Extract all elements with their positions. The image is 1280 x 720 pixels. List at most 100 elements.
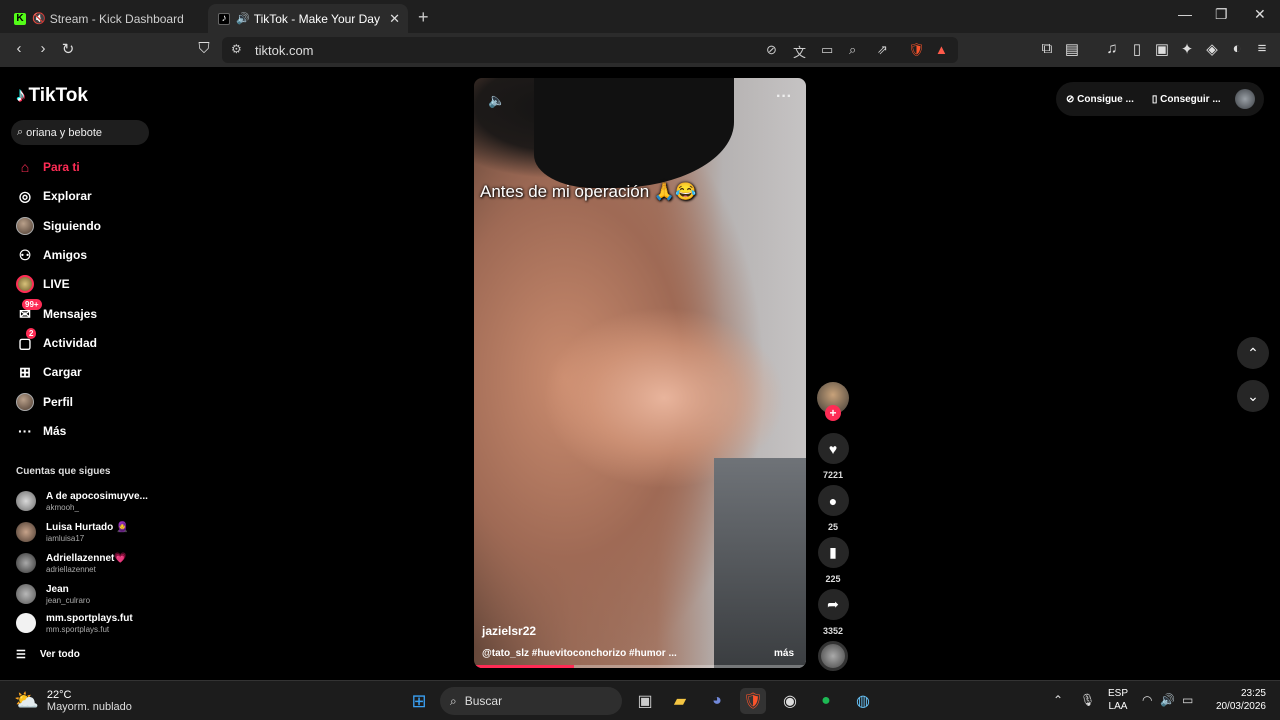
tab-tiktok[interactable]: ♪ 🔊 TikTok - Make Your Day ✕ <box>208 4 408 33</box>
bookmark-icon[interactable]: ▮ <box>817 537 849 568</box>
weather-widget[interactable]: ⛅ 22°C Mayorm. nublado <box>14 688 132 713</box>
leo-ai-icon[interactable]: ✦ <box>1177 40 1197 58</box>
input-language[interactable]: ESP LAA <box>1108 687 1128 713</box>
following-account[interactable]: A de apocosimuyve... akmooh_ <box>16 487 148 515</box>
minimize-icon[interactable]: — <box>1178 6 1192 22</box>
like-action[interactable]: ♥ 7221 <box>817 433 849 480</box>
top-right-bar: ⊘ Consigue ... ▯ Conseguir ... <box>1056 82 1264 116</box>
following-account[interactable]: Adriellazennet💗 adriellazennet <box>16 549 127 577</box>
sidebar-item-explorar[interactable]: ◎ Explorar <box>16 185 92 207</box>
kick-favicon-icon: K <box>14 12 26 25</box>
tiktok-logo[interactable]: ♪ TikTok <box>16 85 88 107</box>
spotify-icon[interactable]: ● <box>813 688 839 714</box>
system-clock[interactable]: 23:25 20/03/2026 <box>1212 687 1266 713</box>
speaker-tab-icon[interactable]: 🔊 <box>236 12 250 25</box>
sidebar-icon[interactable]: ▯ <box>1127 40 1147 58</box>
video-author[interactable]: jazielsr22 <box>482 624 536 638</box>
share-count: 3352 <box>822 626 844 636</box>
share-arrow-icon[interactable]: ➦ <box>817 589 849 620</box>
extensions-icon[interactable]: ⧉ <box>1037 40 1057 57</box>
steam-icon[interactable]: ◍ <box>850 688 876 714</box>
task-view-icon[interactable]: ▣ <box>632 688 658 714</box>
microphone-icon[interactable]: 🎙 <box>1080 693 1095 707</box>
sidebar-item-amigos[interactable]: ⚇ Amigos <box>16 244 87 266</box>
more-text-link[interactable]: más <box>774 648 794 659</box>
menu-icon[interactable]: ≡ <box>1252 40 1272 57</box>
brave-rewards-icon[interactable]: ▲ <box>935 42 948 57</box>
translate-icon[interactable]: 文 <box>793 42 806 61</box>
tab-title: Stream - Kick Dashboard <box>49 11 184 26</box>
sidebar-item-live[interactable]: LIVE <box>16 273 70 295</box>
video-progress-bar[interactable] <box>474 665 806 668</box>
volume-icon[interactable]: 🔈 <box>488 92 505 109</box>
comment-count: 25 <box>827 522 838 532</box>
sidebar-item-para-ti[interactable]: ⌂ Para ti <box>16 156 80 178</box>
windows-start-icon[interactable]: ⊞ <box>406 688 432 714</box>
profile-icon[interactable]: ◐ <box>1227 40 1247 57</box>
save-action[interactable]: ▮ 225 <box>817 537 849 584</box>
sound-disc-icon[interactable] <box>818 641 848 671</box>
following-account[interactable]: Luisa Hurtado 🧕 iamluisa17 <box>16 518 128 546</box>
sidebar-item-perfil[interactable]: Perfil <box>16 391 73 413</box>
video-description[interactable]: @tato_slz #huevitoconchorizo #humor ... <box>482 648 677 659</box>
file-explorer-icon[interactable]: ▰ <box>667 688 693 714</box>
wallet-icon[interactable]: ▣ <box>1152 40 1172 58</box>
zoom-icon[interactable]: ⌕ <box>849 42 856 58</box>
account-handle: akmooh_ <box>46 502 79 512</box>
show-hidden-icons-icon[interactable]: ⌃ <box>1053 693 1063 707</box>
obs-icon[interactable]: ◉ <box>777 688 803 714</box>
sidebar-item-mas[interactable]: ··· Más <box>16 420 66 442</box>
site-settings-icon[interactable]: ⚙ <box>231 42 242 56</box>
search-input[interactable]: ⌕ oriana y bebote <box>11 120 149 145</box>
address-bar[interactable]: ⚙ tiktok.com ⊘ 文 ▭ ⌕ ⇗ 🛡 ▲ <box>222 37 958 63</box>
previous-video-button[interactable]: ⌃ <box>1237 337 1269 369</box>
user-avatar[interactable] <box>1234 89 1255 109</box>
share-icon[interactable]: ⇗ <box>877 42 888 58</box>
following-account[interactable]: mm.sportplays.fut mm.sportplays.fut <box>16 609 133 637</box>
account-handle: adriellazennet <box>46 564 96 574</box>
url-text[interactable]: tiktok.com <box>255 43 314 58</box>
cast-icon[interactable]: ▭ <box>821 42 833 58</box>
follow-plus-icon[interactable]: + <box>825 405 841 421</box>
get-coins-button[interactable]: ⊘ Consigue ... <box>1066 94 1134 105</box>
wifi-icon[interactable]: ◠ <box>1142 693 1152 707</box>
forward-icon[interactable]: › <box>33 40 53 57</box>
sidebar-item-actividad[interactable]: ▢ 2 Actividad <box>16 328 97 354</box>
reader-icon[interactable]: ▤ <box>1062 40 1082 58</box>
no-camera-icon[interactable]: ⊘ <box>766 42 777 58</box>
comment-icon[interactable]: ● <box>817 485 849 516</box>
more-options-icon[interactable]: ··· <box>776 88 792 106</box>
tab-kick-dashboard[interactable]: K 🔇 Stream - Kick Dashboard <box>4 4 206 33</box>
following-account[interactable]: Jean jean_culraro <box>16 580 90 608</box>
comment-action[interactable]: ● 25 <box>817 485 849 532</box>
next-video-button[interactable]: ⌄ <box>1237 380 1269 412</box>
list-icon: ☰ <box>16 649 26 661</box>
back-icon[interactable]: ‹ <box>9 40 29 57</box>
sidebar-item-siguiendo[interactable]: Siguiendo <box>16 215 101 237</box>
close-window-icon[interactable]: ✕ <box>1254 6 1266 23</box>
get-app-button[interactable]: ▯ Conseguir ... <box>1152 94 1221 105</box>
brave-shields-icon[interactable]: 🛡 <box>908 42 925 58</box>
discord-icon[interactable]: ◕ <box>704 688 730 714</box>
mute-tab-icon[interactable]: 🔇 <box>32 12 46 25</box>
vpn-icon[interactable]: ◈ <box>1202 40 1222 58</box>
video-player[interactable]: 🔈 ··· Antes de mi operación 🙏😂 jazielsr2… <box>474 78 806 668</box>
battery-icon[interactable]: ▭ <box>1182 693 1193 707</box>
volume-icon[interactable]: 🔊 <box>1160 693 1175 707</box>
bookmark-icon[interactable]: ⛉ <box>194 40 214 57</box>
close-tab-icon[interactable]: ✕ <box>389 11 400 27</box>
see-all-link[interactable]: ☰ Ver todo <box>16 648 80 661</box>
sidebar-item-mensajes[interactable]: ✉ 99+ Mensajes <box>16 299 97 325</box>
media-icon[interactable]: ♫ <box>1102 40 1122 57</box>
restore-icon[interactable]: ❐ <box>1215 6 1228 23</box>
heart-icon[interactable]: ♥ <box>817 433 849 464</box>
nav-label: Para ti <box>43 160 80 174</box>
windows-taskbar: ⛅ 22°C Mayorm. nublado ⊞ ⌕ Buscar ▣ ▰ ◕ … <box>0 680 1280 720</box>
share-action[interactable]: ➦ 3352 <box>817 589 849 636</box>
new-tab-icon[interactable]: + <box>418 7 429 28</box>
sidebar-item-cargar[interactable]: ⊞ Cargar <box>16 361 82 383</box>
reload-icon[interactable]: ↻ <box>58 40 78 58</box>
nav-label: Explorar <box>43 189 92 203</box>
taskbar-search[interactable]: ⌕ Buscar <box>440 687 622 715</box>
brave-browser-icon[interactable]: 🛡 <box>740 688 766 714</box>
